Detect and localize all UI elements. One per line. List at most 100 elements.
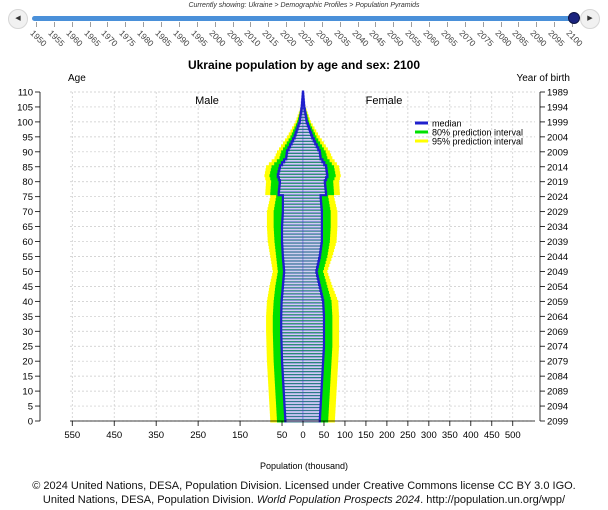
year-tick-label[interactable]: 2060 [421,28,441,48]
year-slider-track[interactable] [32,16,574,21]
female-bar [302,347,325,351]
year-tick [411,22,413,27]
year-tick-label[interactable]: 1985 [153,28,173,48]
female-bar [302,213,323,216]
x-tick-label: 150 [232,430,248,441]
female-bar [302,180,326,184]
year-tick-label[interactable]: 1995 [189,28,209,48]
year-tick-label[interactable]: 2095 [546,28,566,48]
female-bar [302,267,318,270]
x-tick-label: 500 [505,430,521,441]
year-tick-label[interactable]: 2020 [278,28,298,48]
birth-year-tick-label: 2074 [547,342,568,353]
year-selector-bar: Currently showing: Ukraine > Demographic… [0,0,608,48]
year-slider-handle[interactable] [568,12,580,24]
female-bar [302,297,323,300]
year-tick-label[interactable]: 2085 [511,28,531,48]
male-bar [283,270,304,273]
year-tick-label[interactable]: 2090 [529,28,549,48]
x-tick-label: 400 [463,430,479,441]
left-axis-label: Age [68,73,86,84]
year-tick [161,22,163,27]
year-tick-label[interactable]: 2065 [439,28,459,48]
female-bar [302,258,320,261]
age-tick-label: 10 [22,387,33,398]
year-tick-label[interactable]: 2080 [493,28,513,48]
female-bar [302,371,323,375]
age-tick-label: 5 [28,402,33,413]
year-tick-label[interactable]: 2010 [243,28,263,48]
year-tick-label[interactable]: 1980 [136,28,156,48]
year-tick-label[interactable]: 2040 [350,28,370,48]
year-tick-label[interactable]: 2055 [404,28,424,48]
birth-year-tick-label: 2024 [547,192,568,203]
male-bar [279,186,304,190]
male-bar [285,416,304,420]
year-tick-label[interactable]: 2000 [207,28,227,48]
female-bar [302,270,317,273]
age-tick-label: 20 [22,357,33,368]
x-tick-label: 200 [379,430,395,441]
age-tick-label: 15 [22,372,33,383]
year-tick-label[interactable]: 1990 [171,28,191,48]
female-bar [302,303,324,306]
male-bar [286,156,304,160]
female-bar [302,183,326,187]
male-bar [284,413,304,417]
male-bar [284,398,304,402]
year-tick-label[interactable]: 1965 [82,28,102,48]
female-bar [302,401,321,405]
year-tick-label[interactable]: 2015 [261,28,281,48]
year-tick-label[interactable]: 1960 [64,28,84,48]
year-tick-label[interactable]: 2050 [386,28,406,48]
female-bar [302,344,325,348]
male-bar [282,285,304,288]
female-bar [302,210,323,213]
year-tick [429,22,431,27]
female-bar [302,294,322,297]
year-tick-label[interactable]: 2100 [564,28,584,48]
female-bar [302,171,328,175]
year-tick [268,22,270,27]
male-bar [281,362,304,366]
male-bar [281,353,304,357]
female-bar [302,249,321,252]
x-tick-label: 50 [277,430,288,441]
year-tick-label[interactable]: 1950 [28,28,48,48]
year-tick-label[interactable]: 1975 [118,28,138,48]
year-tick-label[interactable]: 2030 [314,28,334,48]
x-tick-label: 350 [442,430,458,441]
year-tick-label[interactable]: 1955 [46,28,66,48]
female-bar [302,309,324,312]
female-bar [302,204,322,207]
male-bar [281,300,304,303]
year-tick-label[interactable]: 2025 [296,28,316,48]
previous-year-button[interactable]: ◀ [8,9,28,29]
year-tick-label[interactable]: 1970 [100,28,120,48]
next-year-button[interactable]: ▶ [580,9,600,29]
year-tick-label[interactable]: 2070 [457,28,477,48]
female-bar [302,338,325,342]
female-bar [302,312,325,315]
year-tick-label[interactable]: 2045 [368,28,388,48]
female-bar [302,380,323,384]
male-bar [282,201,304,204]
female-bar [302,326,325,330]
male-bar [278,171,304,175]
male-bar [284,401,304,405]
year-tick-label[interactable]: 2005 [225,28,245,48]
male-bar [281,234,304,237]
year-tick-label[interactable]: 2075 [475,28,495,48]
male-bar [284,404,304,408]
female-bar [302,386,322,390]
female-bar [302,195,321,198]
year-tick-label[interactable]: 2035 [332,28,352,48]
citation-title: World Population Prospects 2024 [256,494,421,506]
male-bar [282,255,304,258]
birth-year-tick-label: 2094 [547,402,568,413]
year-tick [71,22,73,27]
female-bar [302,162,325,166]
female-bar [302,410,321,414]
birth-year-tick-label: 2004 [547,132,568,143]
x-tick-label: 550 [64,430,80,441]
